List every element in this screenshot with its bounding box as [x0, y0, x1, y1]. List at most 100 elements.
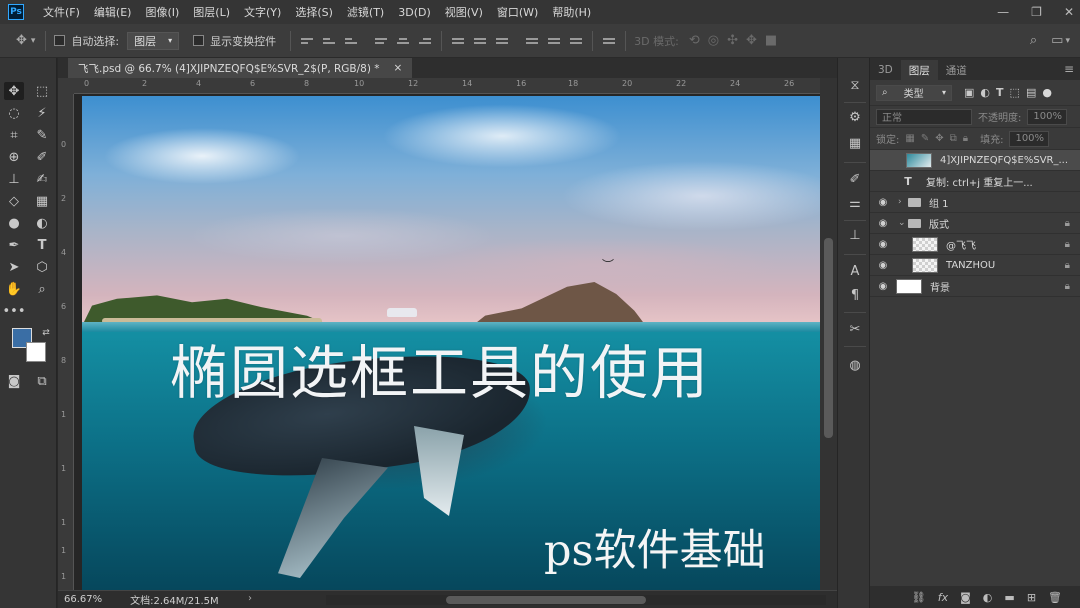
align-bottom-icon[interactable]	[345, 35, 358, 47]
tab-channels[interactable]: 通道	[938, 60, 975, 80]
auto-align-icon[interactable]	[603, 35, 616, 47]
horizontal-scrollbar-thumb[interactable]	[446, 596, 646, 604]
pen-tool-icon[interactable]: ✒	[4, 236, 24, 254]
menu-select[interactable]: 选择(S)	[288, 4, 340, 20]
opacity-field[interactable]: 100%	[1027, 108, 1068, 125]
eraser-tool-icon[interactable]: ◇	[4, 192, 24, 210]
link-layers-icon[interactable]: ⛓	[912, 591, 926, 604]
align-hcenter-icon[interactable]	[397, 35, 410, 47]
screen-mode-icon[interactable]: ⧉	[32, 372, 52, 390]
menu-view[interactable]: 视图(V)	[438, 4, 490, 20]
move-tool-icon[interactable]: ✥	[4, 82, 24, 100]
filter-type-icon[interactable]: T	[996, 86, 1004, 99]
3d-drag-icon[interactable]: ✣	[727, 33, 738, 48]
filter-shape-icon[interactable]: ⬚	[1010, 86, 1020, 99]
eyedropper-tool-icon[interactable]: ✎	[32, 126, 52, 144]
hand-tool-icon[interactable]: ✋	[4, 280, 24, 298]
tab-layers[interactable]: 图层	[900, 60, 938, 80]
3d-scale-icon[interactable]: ■	[765, 33, 777, 48]
vertical-scrollbar[interactable]	[820, 78, 837, 590]
more-tools-icon[interactable]: •••	[3, 302, 26, 320]
tool-presets-icon[interactable]: ✂	[846, 320, 864, 338]
menu-filter[interactable]: 滤镜(T)	[340, 4, 391, 20]
lock-artboard-icon[interactable]: ⧉	[950, 133, 957, 144]
layer-row-pixel[interactable]: ◉ TANZHOU 🔒︎	[870, 255, 1080, 276]
menu-layer[interactable]: 图层(L)	[186, 4, 237, 20]
type-tool-icon[interactable]: T	[32, 236, 52, 254]
layer-row-smart-object[interactable]: ● 4]XJIPNZEQFQ$E%SVR_...	[870, 150, 1080, 171]
workspace-icon[interactable]: ▭	[1051, 33, 1063, 48]
layer-row-text[interactable]: ● T 复制: ctrl+j 重复上一...	[870, 171, 1080, 192]
visibility-toggle[interactable]: ●	[874, 176, 892, 187]
swatches-panel-icon[interactable]: ▦	[846, 134, 864, 152]
close-button[interactable]: ✕	[1064, 5, 1074, 19]
layer-row-background[interactable]: ◉ 背景 🔒︎	[870, 276, 1080, 297]
minimize-button[interactable]: —	[997, 5, 1009, 19]
distribute-hcenter-icon[interactable]	[548, 35, 561, 47]
canvas-area[interactable]: ︶ 椭圆选框工具的使用 ps软件基础	[74, 94, 820, 590]
chevron-right-icon[interactable]: ›	[898, 197, 908, 207]
auto-select-checkbox[interactable]	[54, 35, 66, 46]
align-vcenter-icon[interactable]	[323, 35, 336, 47]
layer-row-pixel[interactable]: ◉ @飞飞 🔒︎	[870, 234, 1080, 255]
new-group-icon[interactable]: ▬	[1004, 591, 1014, 604]
healing-brush-tool-icon[interactable]: ⊕	[4, 148, 24, 166]
layer-filter-dropdown[interactable]: ⌕ 类型 ▾	[876, 84, 952, 101]
filter-adjustment-icon[interactable]: ◐	[980, 86, 990, 99]
layer-row-group[interactable]: ◉ › 组 1	[870, 192, 1080, 213]
clone-source-panel-icon[interactable]: ⊥	[846, 226, 864, 244]
filter-smart-object-icon[interactable]: ▤	[1026, 86, 1036, 99]
document-info[interactable]: 文档:2.64M/21.5M	[130, 592, 219, 607]
move-tool-preset-icon[interactable]: ✥	[16, 33, 27, 48]
align-right-icon[interactable]	[419, 35, 432, 47]
adjustments-panel-icon[interactable]: ⚙	[846, 108, 864, 126]
3d-panel-icon[interactable]: ◍	[846, 356, 864, 374]
history-brush-tool-icon[interactable]: ✍	[32, 170, 52, 188]
chevron-right-icon[interactable]: ›	[248, 593, 252, 604]
path-selection-tool-icon[interactable]: ➤	[4, 258, 24, 276]
auto-select-dropdown[interactable]: 图层 ▾	[127, 31, 180, 50]
panel-menu-icon[interactable]: ≡	[1064, 62, 1074, 76]
eye-icon[interactable]: ◉	[874, 239, 892, 250]
fill-field[interactable]: 100%	[1009, 130, 1050, 147]
brush-tool-icon[interactable]: ✐	[32, 148, 52, 166]
dodge-tool-icon[interactable]: ◐	[32, 214, 52, 232]
eye-icon[interactable]: ◉	[874, 218, 892, 229]
document-canvas[interactable]: ︶ 椭圆选框工具的使用 ps软件基础	[82, 96, 820, 590]
layer-style-icon[interactable]: fx	[938, 591, 948, 604]
distribute-top-icon[interactable]	[452, 35, 465, 47]
restore-button[interactable]: ❐	[1031, 5, 1042, 19]
layer-row-group[interactable]: ◉ ⌄ 版式 🔒︎	[870, 213, 1080, 234]
chevron-down-icon[interactable]: ▾	[31, 36, 36, 46]
menu-edit[interactable]: 编辑(E)	[87, 4, 139, 20]
align-left-icon[interactable]	[375, 35, 388, 47]
quick-mask-icon[interactable]: ◙	[4, 372, 24, 390]
menu-window[interactable]: 窗口(W)	[490, 4, 545, 20]
blur-tool-icon[interactable]: ●	[4, 214, 24, 232]
paragraph-panel-icon[interactable]: ¶	[846, 286, 864, 304]
search-icon[interactable]: ⌕	[1030, 33, 1037, 48]
trash-icon[interactable]: 🗑︎	[1048, 591, 1062, 604]
document-tab-close-icon[interactable]: ×	[394, 62, 403, 74]
filter-toggle-icon[interactable]: ●	[1042, 86, 1052, 99]
visibility-toggle[interactable]: ●	[874, 155, 892, 166]
menu-file[interactable]: 文件(F)	[36, 4, 87, 20]
character-panel-icon[interactable]: A	[846, 262, 864, 280]
shape-tool-icon[interactable]: ⬡	[32, 258, 52, 276]
3d-rotate-icon[interactable]: ⟲	[689, 33, 700, 48]
vertical-ruler[interactable]: 0 2 4 6 8 1 1 1 1 1	[58, 94, 74, 590]
background-color-swatch[interactable]	[26, 342, 46, 362]
marquee-tool-icon[interactable]: ⬚	[32, 82, 52, 100]
ruler-corner[interactable]	[58, 78, 74, 94]
lock-all-icon[interactable]: 🔒︎	[963, 133, 968, 144]
tab-3d[interactable]: 3D	[870, 60, 901, 80]
new-adjustment-layer-icon[interactable]: ◐	[983, 591, 993, 604]
vertical-scrollbar-thumb[interactable]	[824, 238, 833, 438]
3d-slide-icon[interactable]: ✥	[746, 33, 757, 48]
show-transform-checkbox[interactable]	[193, 35, 205, 46]
clone-stamp-tool-icon[interactable]: ⊥	[4, 170, 24, 188]
horizontal-scrollbar[interactable]	[326, 595, 826, 605]
lock-transparent-pixels-icon[interactable]: ▦	[905, 133, 914, 144]
add-mask-icon[interactable]: ◙	[960, 591, 971, 604]
align-top-icon[interactable]	[301, 35, 314, 47]
